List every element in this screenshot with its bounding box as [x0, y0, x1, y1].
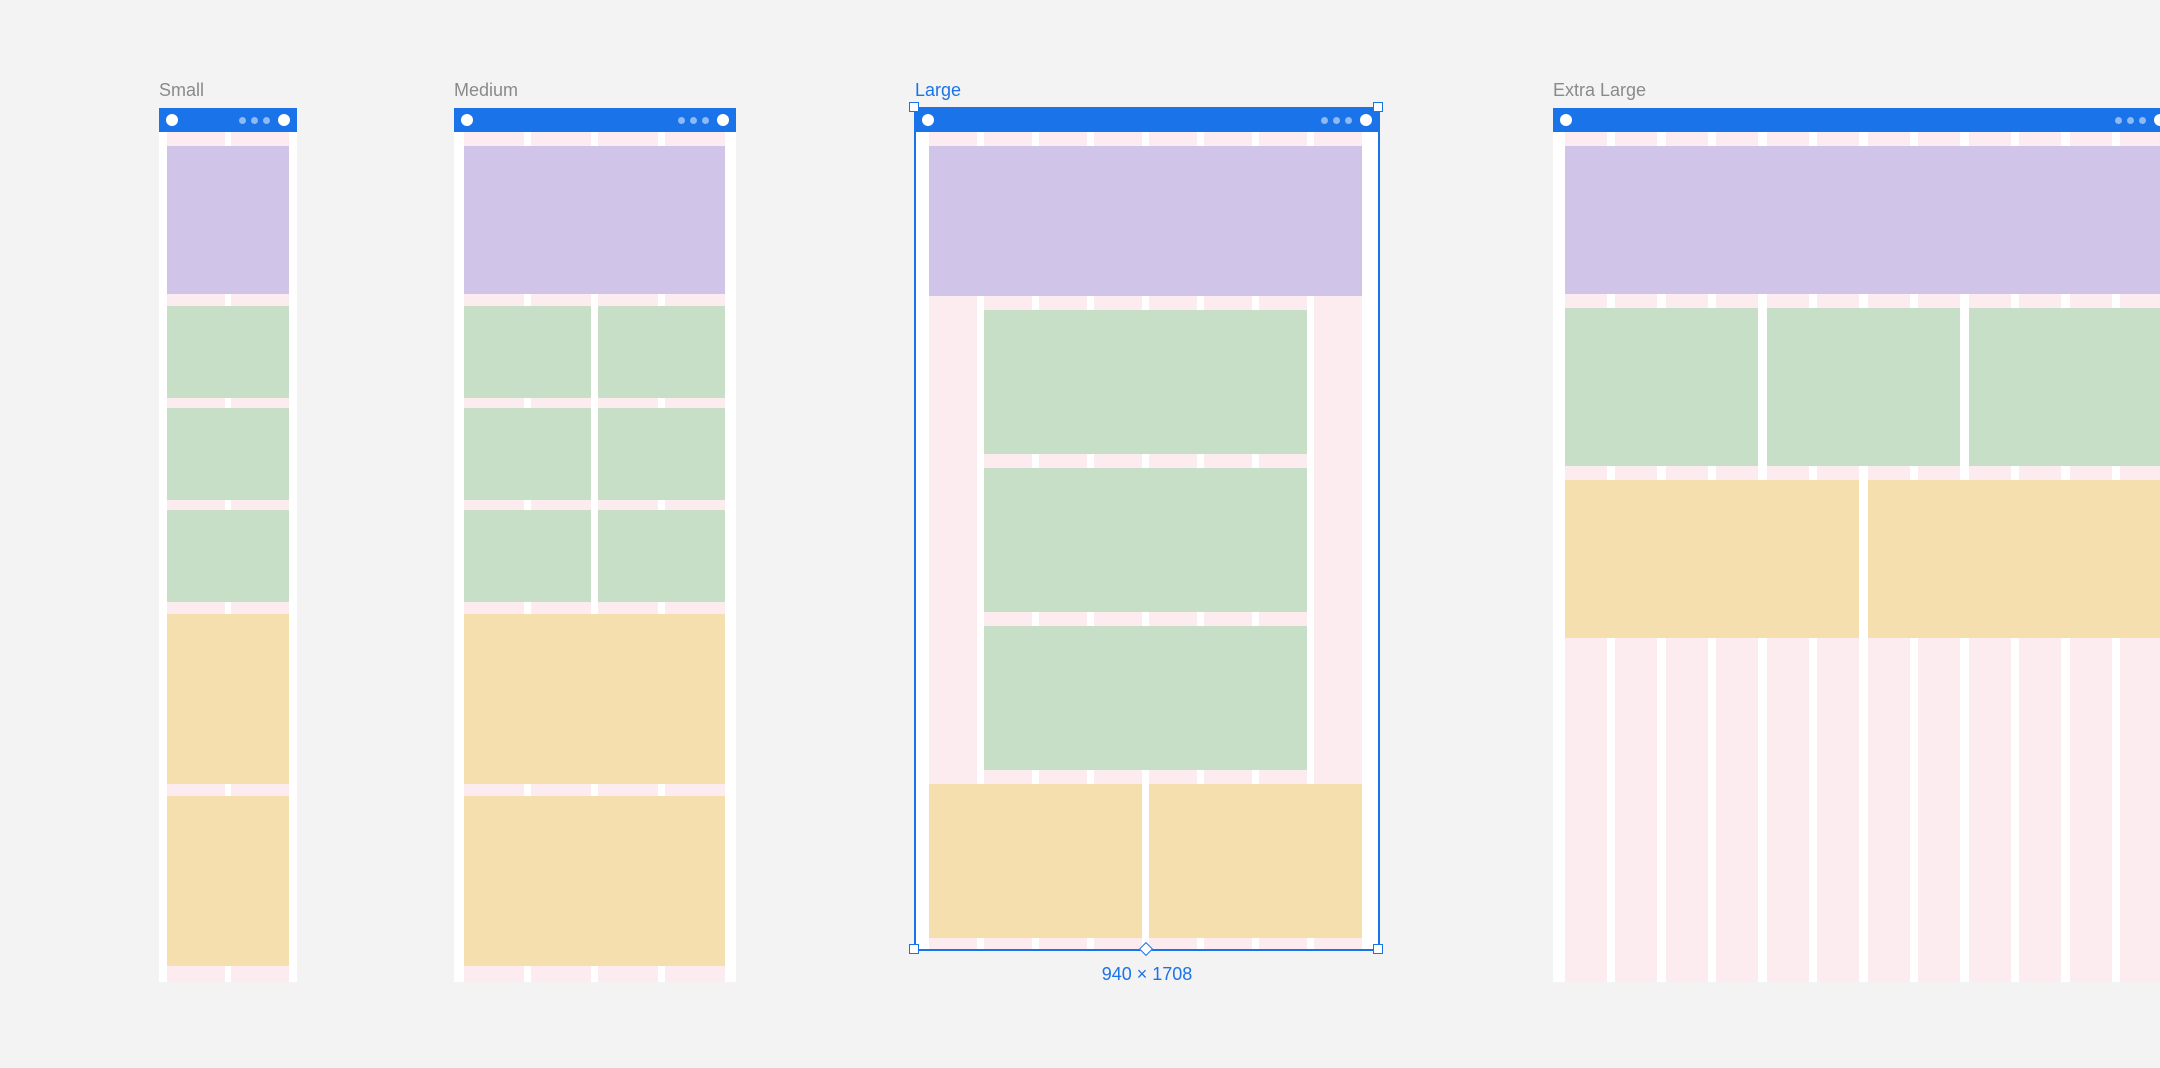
block-row [159, 146, 297, 294]
hero-block[interactable] [464, 146, 725, 294]
feature-block[interactable] [984, 626, 1307, 770]
window-control-icon [717, 114, 729, 126]
toolbar-left [166, 114, 178, 126]
block-row [454, 306, 736, 398]
toolbar-dots-icon [239, 117, 270, 124]
block-row [159, 796, 297, 966]
toolbar-right [2115, 114, 2160, 126]
frame-label-medium[interactable]: Medium [454, 80, 518, 100]
window-toolbar [159, 108, 297, 132]
content-block[interactable] [167, 614, 289, 784]
window-control-icon [2154, 114, 2160, 126]
block-row [454, 408, 736, 500]
feature-block[interactable] [464, 306, 591, 398]
hero-block[interactable] [929, 146, 1362, 296]
content-block[interactable] [929, 784, 1142, 938]
block-row [1553, 308, 2160, 466]
layout-blocks [454, 146, 736, 966]
resize-handle-ne[interactable] [1373, 102, 1383, 112]
content-block[interactable] [1149, 784, 1362, 938]
frame-wrap-large: Large [915, 108, 1379, 950]
content-block[interactable] [1868, 480, 2160, 638]
feature-block[interactable] [464, 408, 591, 500]
block-row [454, 614, 736, 784]
window-control-icon [166, 114, 178, 126]
block-row [915, 310, 1379, 454]
window-control-icon [1360, 114, 1372, 126]
frame-wrap-medium: Medium [454, 108, 736, 982]
feature-block[interactable] [1969, 308, 2160, 466]
content-block[interactable] [464, 796, 725, 966]
frame-wrap-xlarge: Extra Large [1553, 108, 2160, 982]
toolbar-right [678, 114, 729, 126]
frame-label-xlarge[interactable]: Extra Large [1553, 80, 1646, 100]
window-toolbar [1553, 108, 2160, 132]
window-control-icon [461, 114, 473, 126]
feature-block[interactable] [598, 510, 725, 602]
hero-block[interactable] [167, 146, 289, 294]
block-row [159, 408, 297, 500]
content-block[interactable] [1565, 480, 1859, 638]
frame-label-large[interactable]: Large [915, 80, 961, 100]
toolbar-right [239, 114, 290, 126]
frame-large[interactable] [915, 108, 1379, 950]
block-row [454, 146, 736, 294]
block-row [915, 784, 1379, 938]
window-control-icon [922, 114, 934, 126]
feature-block[interactable] [984, 468, 1307, 612]
resize-handle-sw[interactable] [909, 944, 919, 954]
layout-blocks [915, 146, 1379, 938]
toolbar-left [1560, 114, 1572, 126]
block-row [915, 468, 1379, 612]
feature-block[interactable] [464, 510, 591, 602]
feature-block[interactable] [167, 408, 289, 500]
feature-block[interactable] [167, 306, 289, 398]
block-row [159, 306, 297, 398]
feature-block[interactable] [167, 510, 289, 602]
content-block[interactable] [464, 614, 725, 784]
resize-handle-nw[interactable] [909, 102, 919, 112]
toolbar-left [922, 114, 934, 126]
toolbar-right [1321, 114, 1372, 126]
frame-wrap-small: Small [159, 108, 297, 982]
layout-blocks [1553, 146, 2160, 638]
block-row [1553, 480, 2160, 638]
feature-block[interactable] [598, 408, 725, 500]
feature-block[interactable] [1767, 308, 1960, 466]
toolbar-left [461, 114, 473, 126]
toolbar-dots-icon [2115, 117, 2146, 124]
selection-dimensions: 940 × 1708 [915, 964, 1379, 985]
block-row [1553, 146, 2160, 294]
design-canvas[interactable]: Small [0, 0, 2160, 1068]
block-row [159, 510, 297, 602]
content-block[interactable] [167, 796, 289, 966]
resize-handle-se[interactable] [1373, 944, 1383, 954]
hero-block[interactable] [1565, 146, 2160, 294]
frame-small[interactable] [159, 108, 297, 982]
window-control-icon [1560, 114, 1572, 126]
toolbar-dots-icon [1321, 117, 1352, 124]
frame-xlarge[interactable] [1553, 108, 2160, 982]
feature-block[interactable] [1565, 308, 1758, 466]
window-toolbar [454, 108, 736, 132]
block-row [454, 796, 736, 966]
layout-blocks [159, 146, 297, 966]
frame-medium[interactable] [454, 108, 736, 982]
block-row [915, 626, 1379, 770]
window-toolbar [915, 108, 1379, 132]
block-row [915, 146, 1379, 296]
feature-block[interactable] [984, 310, 1307, 454]
window-control-icon [278, 114, 290, 126]
frame-label-small[interactable]: Small [159, 80, 204, 100]
feature-block[interactable] [598, 306, 725, 398]
block-row [159, 614, 297, 784]
toolbar-dots-icon [678, 117, 709, 124]
block-row [454, 510, 736, 602]
